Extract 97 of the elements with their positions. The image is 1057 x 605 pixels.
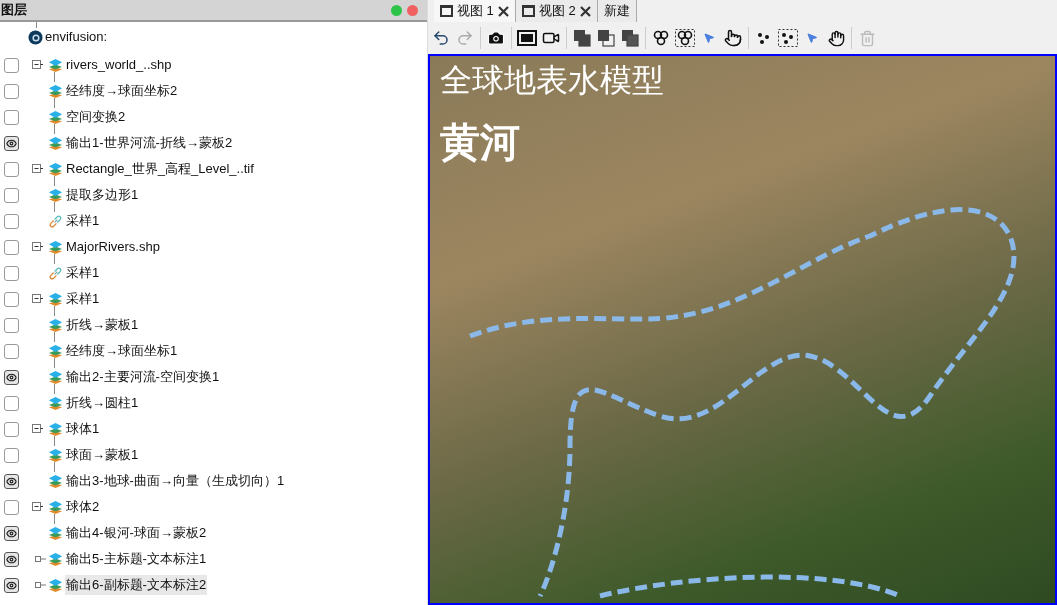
layers-icon bbox=[48, 525, 63, 541]
eye-icon bbox=[6, 137, 17, 149]
layer-name[interactable]: 采样1 bbox=[65, 289, 101, 309]
layers-icon bbox=[48, 291, 63, 307]
visibility-checkbox[interactable] bbox=[4, 369, 19, 385]
layers-icon bbox=[48, 239, 63, 255]
visibility-checkbox[interactable] bbox=[4, 473, 19, 489]
layer-name[interactable]: 球体2 bbox=[65, 497, 101, 517]
collapse-icon[interactable] bbox=[32, 241, 43, 253]
layers-icon bbox=[48, 57, 63, 73]
visibility-checkbox[interactable] bbox=[4, 135, 19, 151]
view-tab[interactable]: 新建 bbox=[597, 0, 637, 22]
layers-icon bbox=[48, 499, 63, 515]
layer-name[interactable]: 空间变换2 bbox=[65, 107, 127, 127]
view-tab[interactable]: 视图 1 bbox=[434, 0, 516, 22]
layers-icon bbox=[48, 577, 63, 593]
layers-icon bbox=[48, 369, 63, 385]
window-icon bbox=[440, 5, 453, 17]
layer-name[interactable]: 输出6-副标题-文本标注2 bbox=[65, 575, 208, 595]
close-icon[interactable] bbox=[497, 5, 509, 17]
layers-icon bbox=[48, 473, 63, 489]
layer-name[interactable]: 输出4-银河-球面→蒙板2 bbox=[65, 523, 208, 543]
3d-view-icon[interactable] bbox=[516, 27, 538, 49]
points-icon[interactable] bbox=[777, 27, 799, 49]
layer-name[interactable]: 经纬度→球面坐标2 bbox=[65, 81, 179, 101]
layers-icon bbox=[48, 83, 63, 99]
tree-node-icon bbox=[35, 555, 46, 563]
collapse-icon[interactable] bbox=[32, 163, 43, 175]
layers-icon bbox=[48, 135, 63, 151]
eye-icon bbox=[6, 371, 17, 383]
panel-title: 图层 bbox=[1, 1, 27, 20]
eye-icon bbox=[6, 527, 17, 539]
view-tab[interactable]: 视图 2 bbox=[515, 0, 598, 22]
eye-icon bbox=[6, 579, 17, 591]
visibility-checkbox[interactable] bbox=[4, 343, 19, 359]
visibility-checkbox[interactable] bbox=[4, 499, 19, 515]
layer-name[interactable]: 输出2-主要河流-空间变换1 bbox=[65, 367, 221, 387]
eye-icon bbox=[6, 475, 17, 487]
collapse-icon[interactable] bbox=[32, 423, 43, 435]
overlap-squares-icon[interactable] bbox=[619, 27, 641, 49]
collapse-icon[interactable] bbox=[32, 59, 43, 71]
hand-icon[interactable] bbox=[722, 27, 744, 49]
layers-icon bbox=[48, 421, 63, 437]
layer-name[interactable]: 输出5-主标题-文本标注1 bbox=[65, 549, 208, 569]
layers-icon bbox=[48, 551, 63, 567]
layers-icon bbox=[48, 187, 63, 203]
app-logo-icon bbox=[28, 29, 43, 45]
layer-name[interactable]: MajorRivers.shp bbox=[65, 237, 161, 257]
visibility-checkbox[interactable] bbox=[4, 395, 19, 411]
map-subtitle: 黄河 bbox=[440, 119, 521, 167]
visibility-checkbox[interactable] bbox=[4, 109, 19, 125]
layers-icon bbox=[48, 447, 63, 463]
visibility-checkbox[interactable] bbox=[4, 317, 19, 333]
layers-icon bbox=[48, 109, 63, 125]
layer-name[interactable]: 采样1 bbox=[65, 211, 101, 231]
layer-name[interactable]: Rectangle_世界_高程_Level_..tif bbox=[65, 159, 255, 179]
layer-name[interactable]: 折线→蒙板1 bbox=[65, 315, 140, 335]
map-title: 全球地表水模型 bbox=[440, 61, 664, 100]
visibility-checkbox[interactable] bbox=[4, 421, 19, 437]
visibility-checkbox[interactable] bbox=[4, 577, 19, 593]
visibility-checkbox[interactable] bbox=[4, 265, 19, 281]
layers-icon bbox=[48, 317, 63, 333]
visibility-checkbox[interactable] bbox=[4, 447, 19, 463]
link-icon bbox=[48, 265, 63, 281]
eye-icon bbox=[6, 553, 17, 565]
layer-name[interactable]: rivers_world_..shp bbox=[65, 55, 173, 75]
visibility-checkbox[interactable] bbox=[4, 239, 19, 255]
overlap-squares-icon[interactable] bbox=[595, 27, 617, 49]
layer-name[interactable]: 输出1-世界河流-折线→蒙板2 bbox=[65, 133, 234, 153]
visibility-checkbox[interactable] bbox=[4, 83, 19, 99]
layers-icon bbox=[48, 161, 63, 177]
layer-name[interactable]: 折线→圆柱1 bbox=[65, 393, 140, 413]
collapse-icon[interactable] bbox=[32, 293, 43, 305]
visibility-checkbox[interactable] bbox=[4, 213, 19, 229]
layer-name[interactable]: 经纬度→球面坐标1 bbox=[65, 341, 179, 361]
hexagon-group-icon[interactable] bbox=[674, 27, 696, 49]
window-icon bbox=[521, 5, 535, 17]
tree-node-icon bbox=[35, 581, 46, 589]
layer-name[interactable]: 球面→蒙板1 bbox=[65, 445, 140, 465]
visibility-checkbox[interactable] bbox=[4, 187, 19, 203]
layers-icon bbox=[48, 343, 63, 359]
layer-name[interactable]: 球体1 bbox=[65, 419, 101, 439]
layer-name[interactable]: 提取多边形1 bbox=[65, 185, 140, 205]
layers-icon bbox=[48, 395, 63, 411]
map-viewport[interactable]: 全球地表水模型 黄河 bbox=[428, 54, 1057, 605]
visibility-checkbox[interactable] bbox=[4, 57, 19, 73]
layer-name[interactable]: 采样1 bbox=[65, 263, 101, 283]
visibility-checkbox[interactable] bbox=[4, 291, 19, 307]
visibility-checkbox[interactable] bbox=[4, 525, 19, 541]
link-icon bbox=[48, 213, 63, 229]
visibility-checkbox[interactable] bbox=[4, 161, 19, 177]
overlap-squares-icon[interactable] bbox=[571, 27, 593, 49]
collapse-icon[interactable] bbox=[32, 501, 43, 513]
root-name[interactable]: envifusion: bbox=[45, 27, 108, 47]
close-icon[interactable] bbox=[579, 5, 591, 17]
visibility-checkbox[interactable] bbox=[4, 551, 19, 567]
layer-name[interactable]: 输出3-地球-曲面→向量（生成切向）1 bbox=[65, 471, 286, 491]
